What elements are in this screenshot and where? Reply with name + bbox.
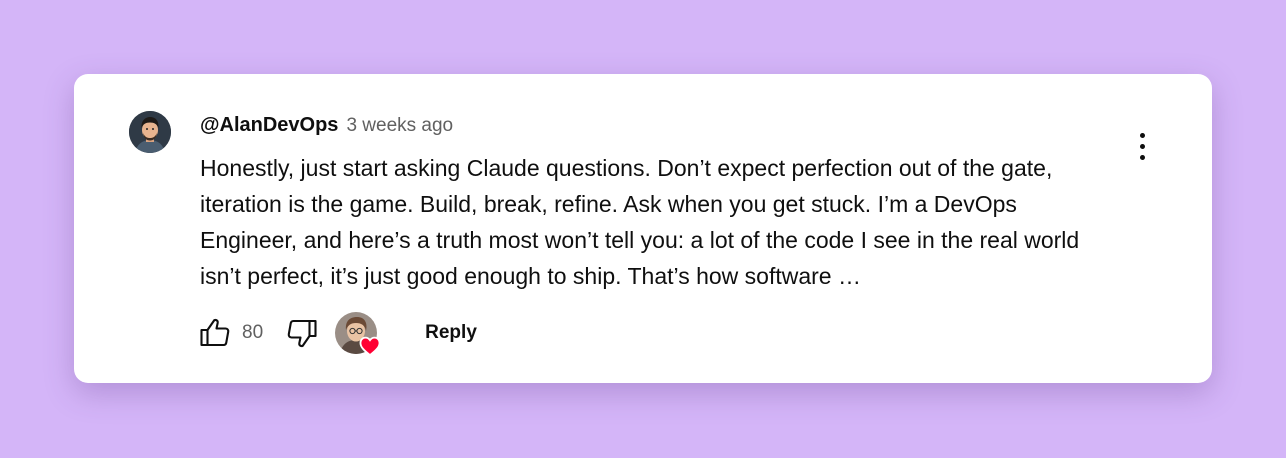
comment-header: @AlanDevOps 3 weeks ago — [200, 114, 453, 137]
comment-timestamp[interactable]: 3 weeks ago — [346, 115, 453, 137]
reply-button[interactable]: Reply — [425, 314, 477, 352]
author-name[interactable]: @AlanDevOps — [200, 114, 338, 137]
thumbs-down-icon — [287, 319, 317, 348]
like-count: 80 — [242, 322, 264, 343]
thumbs-up-icon — [200, 318, 230, 347]
author-avatar-image — [129, 111, 171, 153]
like-button[interactable] — [194, 312, 236, 354]
dislike-button[interactable] — [281, 312, 323, 354]
comment-card: @AlanDevOps 3 weeks ago Honestly, just s… — [74, 74, 1212, 383]
author-avatar[interactable] — [129, 111, 171, 153]
comment-actions: 80 Reply — [194, 310, 477, 356]
more-vert-icon — [1139, 132, 1145, 138]
comment-text: Honestly, just start asking Claude quest… — [200, 155, 1080, 289]
heart-icon — [359, 336, 381, 356]
more-actions-button[interactable] — [1130, 130, 1154, 162]
creator-heart-badge[interactable] — [335, 312, 381, 356]
